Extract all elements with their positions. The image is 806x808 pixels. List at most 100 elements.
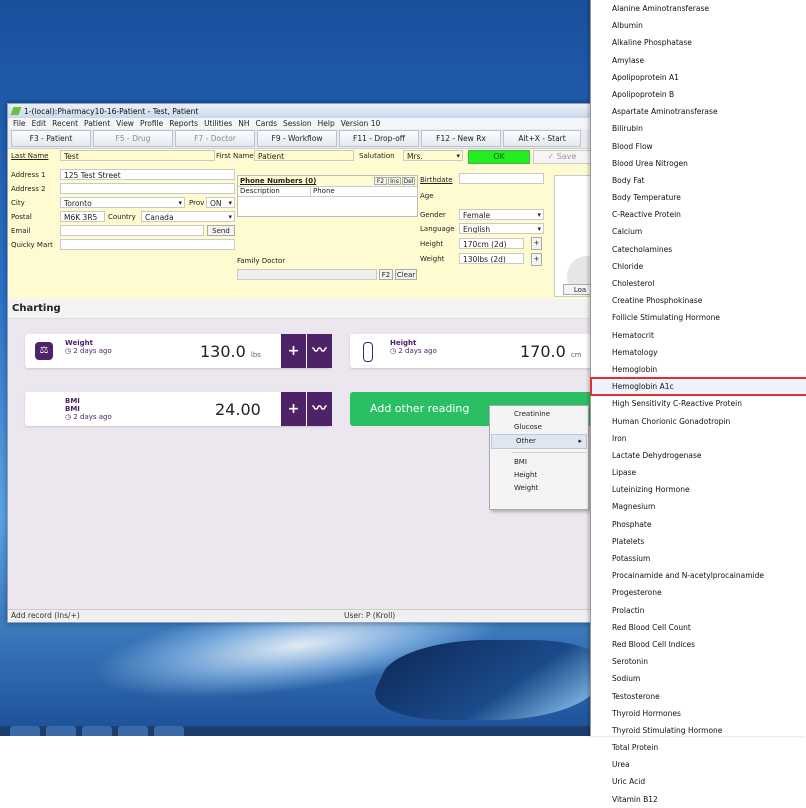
context-item-bmi[interactable]: BMI	[490, 456, 588, 469]
postal-input[interactable]: M6K 3R5	[60, 211, 105, 222]
submenu-item[interactable]: Potassium	[591, 550, 806, 567]
ok-button[interactable]: OK	[468, 150, 530, 164]
submenu-item[interactable]: Albumin	[591, 17, 806, 34]
submenu-item[interactable]: Progesterone	[591, 584, 806, 601]
patient-button[interactable]: F3 - Patient	[11, 130, 91, 147]
submenu-item[interactable]: Aspartate Aminotransferase	[591, 103, 806, 120]
submenu-item[interactable]: Thyroid Stimulating Hormone	[591, 722, 806, 739]
birthdate-input[interactable]	[459, 173, 544, 184]
workflow-button[interactable]: F9 - Workflow	[257, 130, 337, 147]
taskbar-button[interactable]	[46, 726, 76, 736]
phone-delete-button[interactable]: Del	[402, 177, 415, 185]
address2-input[interactable]	[60, 183, 235, 194]
weight-add-button[interactable]: +	[281, 334, 306, 368]
submenu-item[interactable]: Serotonin	[591, 653, 806, 670]
menu-help[interactable]: Help	[318, 119, 335, 128]
city-select[interactable]: Toronto	[60, 197, 185, 208]
menu-recent[interactable]: Recent	[52, 119, 78, 128]
submenu-item[interactable]: Follicle Stimulating Hormone	[591, 309, 806, 326]
menu-file[interactable]: File	[13, 119, 26, 128]
submenu-item[interactable]: Thyroid Hormones	[591, 705, 806, 722]
height-card[interactable]: Height ◷ 2 days ago 170.0 cm	[350, 334, 594, 368]
submenu-item[interactable]: Procainamide and N-acetylprocainamide	[591, 567, 806, 584]
language-select[interactable]: English	[459, 223, 544, 234]
submenu-item[interactable]: Calcium	[591, 223, 806, 240]
submenu-item[interactable]: Body Fat	[591, 172, 806, 189]
save-button[interactable]: ✓ Save	[533, 150, 591, 164]
dropoff-button[interactable]: F11 - Drop-off	[339, 130, 419, 147]
submenu-item[interactable]: Apolipoprotein A1	[591, 69, 806, 86]
context-item-height[interactable]: Height	[490, 469, 588, 482]
submenu-item[interactable]: Cholesterol	[591, 275, 806, 292]
menu-profile[interactable]: Profile	[140, 119, 163, 128]
submenu-item[interactable]: Luteinizing Hormone	[591, 481, 806, 498]
context-item-glucose[interactable]: Glucose	[490, 421, 588, 434]
bmi-card[interactable]: BMI BMI ◷ 2 days ago 24.00 + 〰	[25, 392, 332, 426]
submenu-item[interactable]: Platelets	[591, 533, 806, 550]
weight-graph-button[interactable]: 〰	[307, 334, 332, 368]
new-rx-button[interactable]: F12 - New Rx	[421, 130, 501, 147]
submenu-item[interactable]: Body Temperature	[591, 189, 806, 206]
submenu-item[interactable]: Amylase	[591, 52, 806, 69]
taskbar-button[interactable]	[10, 726, 40, 736]
submenu-item[interactable]: Hemoglobin A1c	[590, 377, 806, 397]
menu-reports[interactable]: Reports	[169, 119, 198, 128]
submenu-item[interactable]: Testosterone	[591, 688, 806, 705]
last-name-input[interactable]: Test	[60, 150, 215, 161]
submenu-item[interactable]: Catecholamines	[591, 241, 806, 258]
taskbar-button[interactable]	[154, 726, 184, 736]
submenu-item[interactable]: High Sensitivity C-Reactive Protein	[591, 395, 806, 412]
submenu-item[interactable]: Iron	[591, 430, 806, 447]
country-select[interactable]: Canada	[141, 211, 235, 222]
start-button[interactable]: Alt+X - Start	[503, 130, 581, 147]
submenu-item[interactable]: Prolactin	[591, 602, 806, 619]
submenu-item[interactable]: Bilirubin	[591, 120, 806, 137]
menu-cards[interactable]: Cards	[256, 119, 277, 128]
drug-button[interactable]: F5 - Drug	[93, 130, 173, 147]
salutation-select[interactable]: Mrs.	[403, 150, 463, 161]
family-doctor-clear-button[interactable]: Clear	[395, 269, 417, 280]
doctor-button[interactable]: F7 - Doctor	[175, 130, 255, 147]
menu-nh[interactable]: NH	[238, 119, 249, 128]
bmi-graph-button[interactable]: 〰	[307, 392, 332, 426]
submenu-item[interactable]: Urea	[591, 756, 806, 773]
submenu-item[interactable]: Vitamin B12	[591, 791, 806, 808]
height-input[interactable]: 170cm (2d)	[459, 238, 524, 249]
email-input[interactable]	[60, 225, 204, 236]
bmi-add-button[interactable]: +	[281, 392, 306, 426]
phone-insert-button[interactable]: Ins	[388, 177, 401, 185]
taskbar-button[interactable]	[118, 726, 148, 736]
submenu-item[interactable]: Red Blood Cell Indices	[591, 636, 806, 653]
menu-utilities[interactable]: Utilities	[204, 119, 232, 128]
window-titlebar[interactable]: 1-(local):Pharmacy10-16-Patient - Test, …	[8, 104, 593, 118]
submenu-item[interactable]: Hematology	[591, 344, 806, 361]
send-button[interactable]: Send	[207, 225, 235, 236]
submenu-item[interactable]: Human Chorionic Gonadotropin	[591, 413, 806, 430]
weight-card[interactable]: ⚖ Weight ◷ 2 days ago 130.0 lbs + 〰	[25, 334, 332, 368]
weight-input[interactable]: 130lbs (2d)	[459, 253, 524, 264]
context-item-other[interactable]: Other ▸	[491, 434, 587, 449]
submenu-item[interactable]: Alanine Aminotransferase	[591, 0, 806, 17]
submenu-item[interactable]: Sodium	[591, 670, 806, 687]
menu-patient[interactable]: Patient	[84, 119, 110, 128]
quicky-mart-input[interactable]	[60, 239, 235, 250]
submenu-item[interactable]: Hemoglobin	[591, 361, 806, 378]
submenu-item[interactable]: C-Reactive Protein	[591, 206, 806, 223]
address1-input[interactable]: 125 Test Street	[60, 169, 235, 180]
submenu-item[interactable]: Lactate Dehydrogenase	[591, 447, 806, 464]
context-item-creatinine[interactable]: Creatinine	[490, 408, 588, 421]
submenu-item[interactable]: Hematocrit	[591, 327, 806, 344]
submenu-item[interactable]: Chloride	[591, 258, 806, 275]
prov-select[interactable]: ON	[206, 197, 235, 208]
height-add-button[interactable]: +	[531, 237, 542, 250]
submenu-item[interactable]: Magnesium	[591, 498, 806, 515]
submenu-item[interactable]: Blood Flow	[591, 138, 806, 155]
weight-add-button[interactable]: +	[531, 253, 542, 266]
menu-edit[interactable]: Edit	[32, 119, 47, 128]
taskbar-button[interactable]	[82, 726, 112, 736]
menu-session[interactable]: Session	[283, 119, 312, 128]
first-name-input[interactable]: Patient	[254, 150, 354, 161]
phone-edit-button[interactable]: F2	[374, 177, 387, 185]
submenu-item[interactable]: Alkaline Phosphatase	[591, 34, 806, 51]
submenu-item[interactable]: Red Blood Cell Count	[591, 619, 806, 636]
